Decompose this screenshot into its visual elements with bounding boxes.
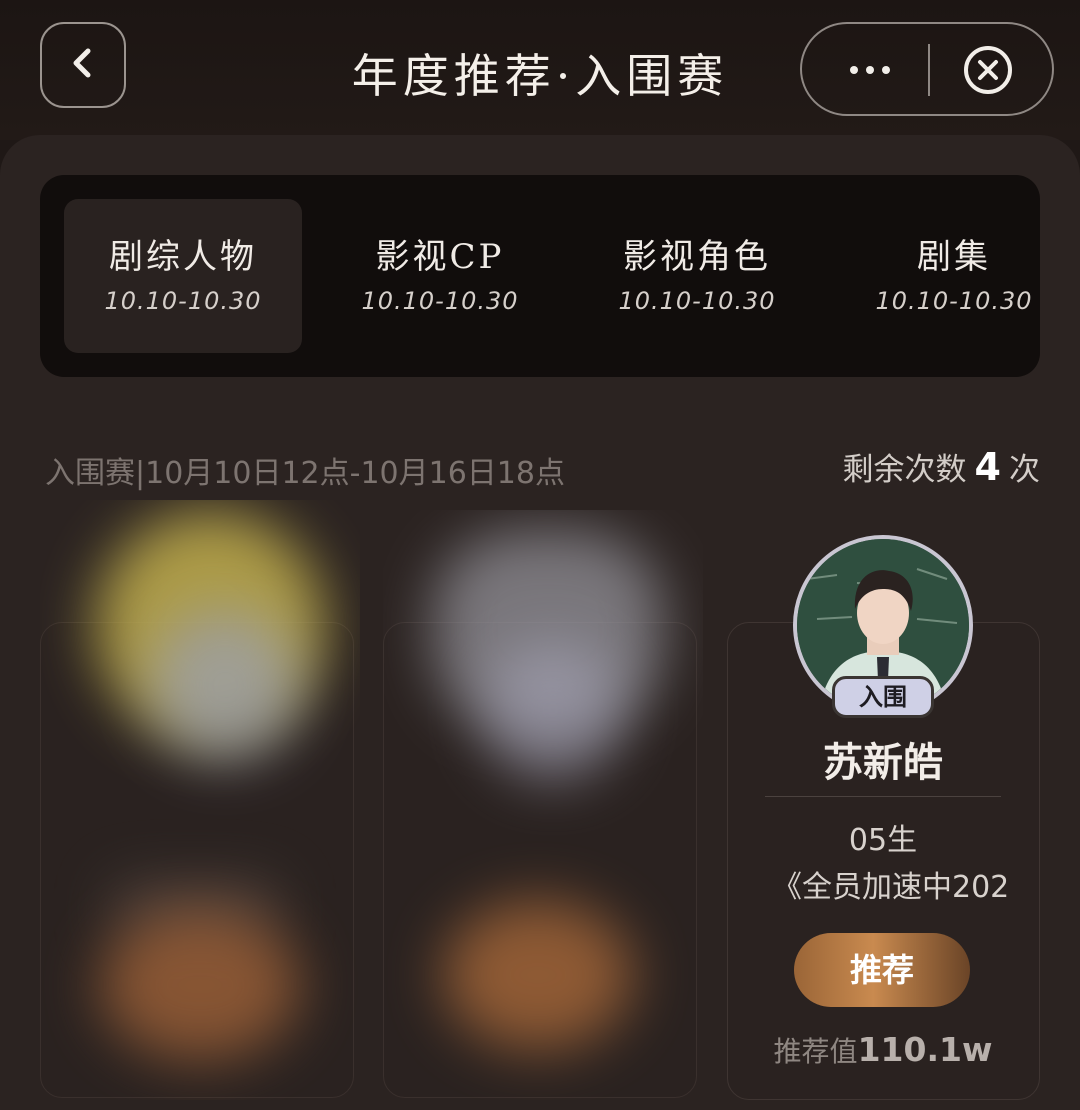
remaining-count: 4: [974, 445, 1001, 489]
more-button[interactable]: [842, 48, 898, 90]
mini-program-capsule: [800, 22, 1054, 116]
recommend-score: 推荐值110.1w: [727, 1030, 1039, 1070]
remaining-votes: 剩余次数 4 次: [843, 444, 1040, 489]
tab-label: 剧综人物: [109, 237, 257, 277]
score-value: 110.1w: [857, 1030, 993, 1069]
tab-drama-series[interactable]: 剧集 10.10-10.30: [835, 199, 1073, 353]
candidate-card-blurred[interactable]: [40, 500, 360, 1100]
tab-label: 影视CP: [375, 237, 505, 277]
tab-date: 10.10-10.30: [875, 287, 1033, 315]
tab-date: 10.10-10.30: [361, 287, 519, 315]
blurred-button: [100, 910, 300, 1060]
recommend-button[interactable]: 推荐: [794, 933, 970, 1007]
tab-date: 10.10-10.30: [618, 287, 776, 315]
candidate-show: 《全员加速中2025: [772, 870, 1010, 905]
candidate-name: 苏新皓: [823, 740, 943, 786]
page-title: 年度推荐·入围赛: [351, 49, 729, 103]
tab-date: 10.10-10.30: [104, 287, 262, 315]
tab-label: 剧集: [917, 237, 991, 277]
tab-drama-variety-person[interactable]: 剧综人物 10.10-10.30: [64, 199, 302, 353]
status-badge: 入围: [832, 676, 934, 718]
tab-label: 影视角色: [623, 237, 771, 277]
blurred-avatar-badge: [150, 610, 300, 760]
chevron-left-icon: [66, 46, 100, 84]
candidate-card-blurred[interactable]: [383, 510, 703, 1100]
remaining-label: 剩余次数: [842, 452, 967, 488]
more-dots-icon: [848, 60, 892, 79]
blurred-avatar-badge: [483, 640, 623, 780]
close-circle-icon: [962, 46, 1014, 100]
candidate-birth: 05生: [848, 823, 918, 858]
score-label: 推荐值: [773, 1035, 858, 1068]
back-button[interactable]: [40, 22, 126, 108]
card-divider: [765, 796, 1001, 797]
tab-film-role[interactable]: 影视角色 10.10-10.30: [578, 199, 816, 353]
tab-film-cp[interactable]: 影视CP 10.10-10.30: [321, 199, 559, 353]
remaining-unit: 次: [1009, 452, 1040, 488]
close-button[interactable]: [962, 44, 1014, 96]
category-tabs: 剧综人物 10.10-10.30 影视CP 10.10-10.30 影视角色 1…: [40, 175, 1040, 377]
capsule-divider: [928, 44, 930, 96]
blurred-button: [443, 900, 633, 1050]
round-period: 入围赛|10月10日12点-10月16日18点: [45, 456, 565, 491]
